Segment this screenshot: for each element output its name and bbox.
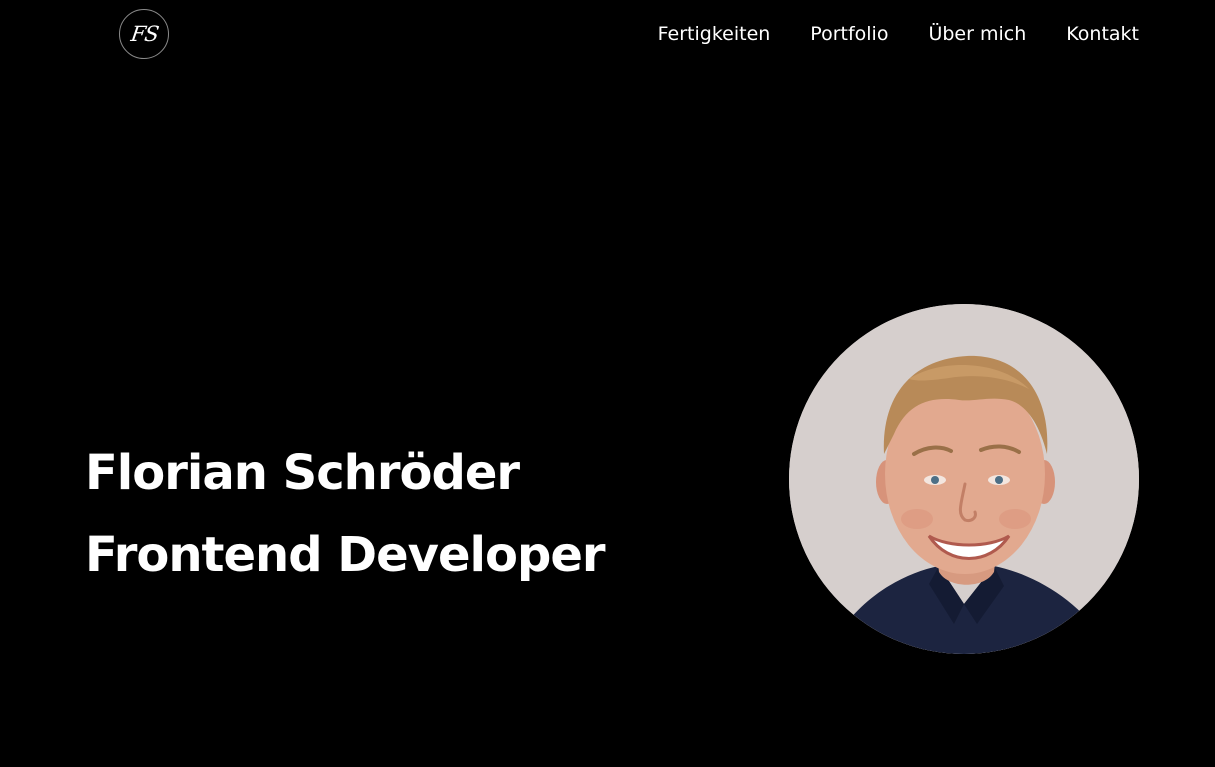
hero-name: Florian Schröder	[85, 445, 520, 501]
page: FS Fertigkeiten Portfolio Über mich Kont…	[0, 0, 1215, 767]
logo-text: FS	[128, 21, 160, 46]
nav-link-fertigkeiten[interactable]: Fertigkeiten	[658, 20, 771, 48]
hero-text: Florian Schröder Frontend Developer	[85, 432, 606, 596]
logo[interactable]: FS	[119, 9, 169, 59]
main-nav: Fertigkeiten Portfolio Über mich Kontakt	[658, 20, 1139, 48]
nav-link-kontakt[interactable]: Kontakt	[1066, 20, 1139, 48]
hero-role: Frontend Developer	[85, 527, 606, 583]
nav-link-portfolio[interactable]: Portfolio	[810, 20, 888, 48]
nav-link-ueber-mich[interactable]: Über mich	[928, 20, 1026, 48]
portrait-illustration	[789, 304, 1139, 654]
profile-photo	[789, 304, 1139, 654]
